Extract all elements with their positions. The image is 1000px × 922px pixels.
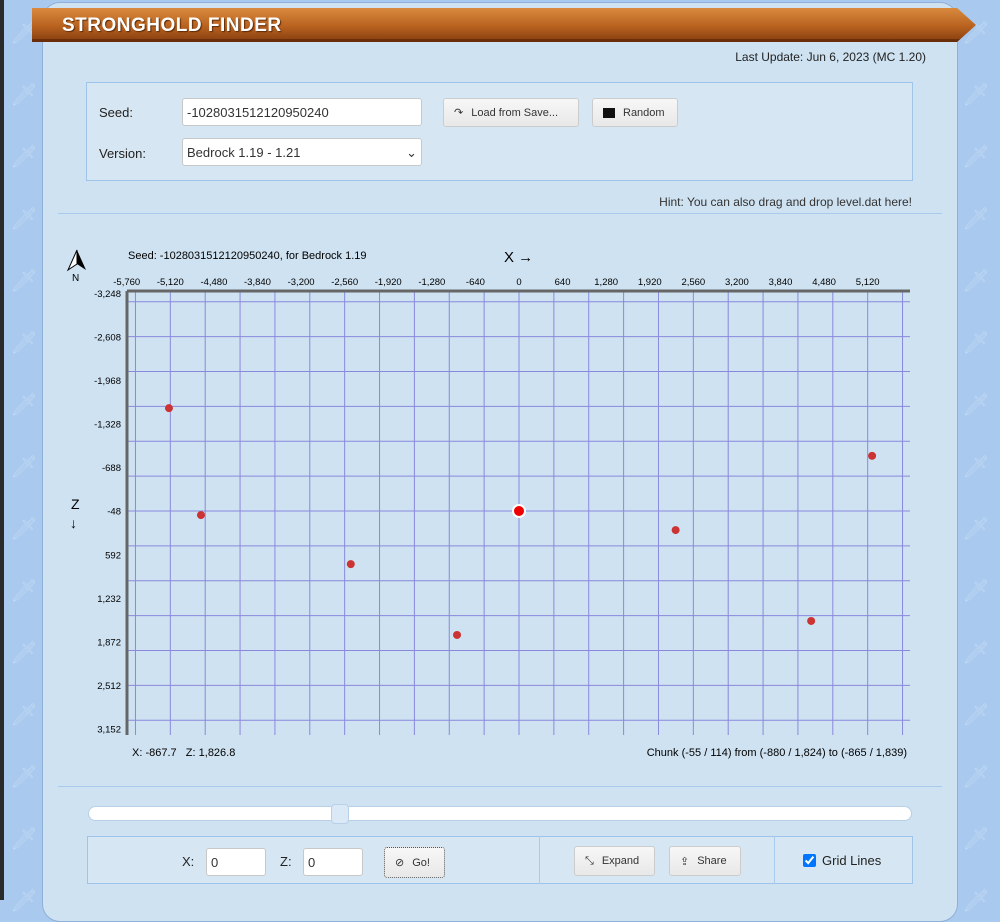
stronghold-marker <box>671 526 680 535</box>
share-button[interactable]: ⇪ Share <box>669 846 741 876</box>
x-tick-label: -1,920 <box>375 277 402 288</box>
z-tick-label: -1,968 <box>94 376 121 387</box>
z-tick-label: -2,608 <box>94 332 121 343</box>
z-tick-label: 2,512 <box>97 681 121 692</box>
x-label: X: <box>182 854 195 869</box>
z-tick-label: -688 <box>102 463 121 474</box>
cursor-coords: X: -867.7 Z: 1,826.8 <box>132 747 235 759</box>
x-input[interactable] <box>206 848 266 876</box>
share-icon: ⇪ <box>680 855 690 868</box>
sword-pattern-icon: 🗡 <box>10 888 38 913</box>
x-tick-label: -2,560 <box>331 277 358 288</box>
grid-lines-checkbox[interactable] <box>803 854 816 867</box>
go-label: Go! <box>412 856 430 869</box>
sword-pattern-icon: 🗡 <box>10 826 38 851</box>
north-arrow-icon <box>66 249 86 272</box>
x-tick-label: 4,480 <box>812 277 836 288</box>
x-tick-label: 3,200 <box>725 277 749 288</box>
grid-lines-toggle[interactable]: Grid Lines <box>803 853 881 868</box>
x-tick-label: -3,200 <box>288 277 315 288</box>
stronghold-marker <box>453 630 462 639</box>
expand-label: Expand <box>601 855 640 867</box>
x-tick-label: -640 <box>466 277 485 288</box>
z-tick-label: -3,248 <box>94 289 121 300</box>
north-label: N <box>72 273 79 284</box>
stronghold-marker <box>164 404 173 413</box>
x-tick-label: 1,920 <box>638 277 662 288</box>
z-input[interactable] <box>303 848 363 876</box>
go-button[interactable]: ⊘ Go! <box>384 847 445 878</box>
divider <box>539 836 540 884</box>
sword-pattern-icon: 🗡 <box>962 826 990 851</box>
grid-lines-label: Grid Lines <box>822 853 882 868</box>
x-tick-label: -5,120 <box>157 277 184 288</box>
chunk-info: Chunk (-55 / 114) from (-880 / 1,824) to… <box>647 747 907 759</box>
x-tick-label: 0 <box>516 277 521 288</box>
slider-thumb[interactable] <box>331 804 350 824</box>
x-axis-label: X → <box>504 249 533 266</box>
x-tick-label: -3,840 <box>244 277 271 288</box>
map-caption: Seed: -1028031512120950240, for Bedrock … <box>128 250 367 262</box>
divider <box>58 786 942 787</box>
x-tick-label: 640 <box>555 277 571 288</box>
x-tick-label: -5,760 <box>113 277 140 288</box>
x-tick-label: 2,560 <box>681 277 705 288</box>
center-marker <box>512 504 526 518</box>
share-label: Share <box>697 855 727 867</box>
z-axis-arrow: ↓ <box>70 515 77 531</box>
sword-pattern-icon: 🗡 <box>962 888 990 913</box>
stronghold-marker <box>196 511 205 520</box>
z-tick-label: 592 <box>105 550 121 561</box>
stronghold-marker <box>868 451 877 460</box>
z-tick-label: -48 <box>107 507 121 518</box>
x-tick-label: -1,280 <box>418 277 445 288</box>
stronghold-map[interactable]: N Seed: -1028031512120950240, for Bedroc… <box>0 0 1000 800</box>
z-label: Z: <box>280 854 292 869</box>
compass-icon: ⊘ <box>395 857 405 869</box>
stronghold-marker <box>346 560 355 569</box>
x-tick-label: 1,280 <box>594 277 618 288</box>
z-tick-label: 1,872 <box>97 637 121 648</box>
expand-button[interactable]: ⤡ Expand <box>574 846 655 876</box>
x-tick-label: -4,480 <box>200 277 227 288</box>
divider <box>774 836 775 884</box>
stronghold-marker <box>807 616 816 625</box>
zoom-slider[interactable] <box>88 804 912 824</box>
x-tick-label: 5,120 <box>856 277 880 288</box>
x-tick-label: 3,840 <box>769 277 793 288</box>
z-tick-label: -1,328 <box>94 420 121 431</box>
z-axis-label: Z <box>71 496 80 512</box>
z-tick-label: 1,232 <box>97 594 121 605</box>
z-tick-label: 3,152 <box>97 725 121 736</box>
expand-icon: ⤡ <box>585 854 594 867</box>
